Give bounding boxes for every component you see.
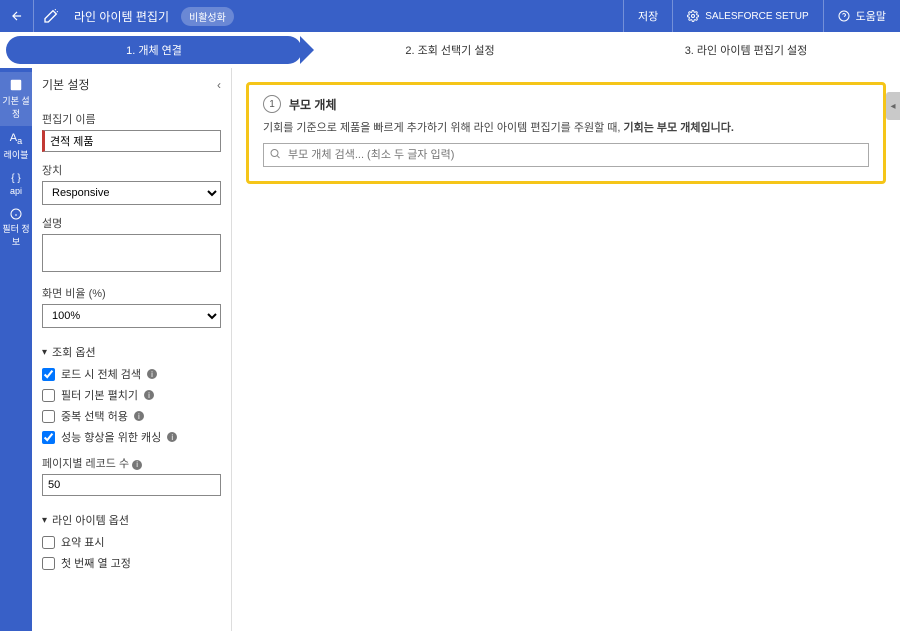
opt-first-col-checkbox[interactable] [42,557,55,570]
top-bar: 라인 아이템 편집기 비활성화 저장 SALESFORCE SETUP 도움말 [0,0,900,32]
records-input[interactable] [42,474,221,496]
sidebar-panel: 기본 설정 ‹ 편집기 이름 장치 Responsive 설명 화면 비율 (%… [32,68,232,631]
description-label: 설명 [42,215,221,231]
status-badge: 비활성화 [181,7,234,26]
opt-summary: 요약 표시 [42,534,221,550]
gear-icon [687,10,699,22]
device-select[interactable]: Responsive [42,181,221,205]
device-label: 장치 [42,162,221,178]
settings-icon [9,78,23,92]
arrow-left-icon [10,9,24,23]
info-icon[interactable]: i [134,411,144,421]
card-header: 1 부모 개체 [263,95,869,113]
wand-icon [34,8,68,24]
help-button[interactable]: 도움말 [823,0,900,32]
opt-load-search: 로드 시 전체 검색 i [42,366,221,382]
rail-api[interactable]: { } api [0,167,32,202]
back-button[interactable] [0,0,34,32]
collapse-sidebar-button[interactable]: ‹ [217,78,221,92]
ratio-select[interactable]: 100% [42,304,221,328]
parent-object-search-input[interactable] [263,143,869,167]
opt-caching-checkbox[interactable] [42,431,55,444]
editor-name-label: 편집기 이름 [42,111,221,127]
step-3[interactable]: 3. 라인 아이템 편집기 설정 [598,36,894,64]
help-icon [838,10,850,22]
opt-first-col: 첫 번째 열 고정 [42,555,221,571]
opt-summary-checkbox[interactable] [42,536,55,549]
lookup-options-header[interactable]: ▾ 조회 옵션 [42,344,221,360]
topbar-left: 라인 아이템 편집기 비활성화 [0,0,623,32]
step-1[interactable]: 1. 개체 연결 [6,36,302,64]
info-icon[interactable]: i [167,432,177,442]
opt-caching: 성능 향상을 위한 캐싱 i [42,429,221,445]
info-icon[interactable]: i [147,369,157,379]
code-icon: { } [0,173,32,184]
search-icon [269,148,281,163]
step-number-badge: 1 [263,95,281,113]
save-button[interactable]: 저장 [623,0,672,32]
left-rail: 기본 설정 Aa 레이블 { } api 필터 정보 [0,68,32,631]
opt-load-search-checkbox[interactable] [42,368,55,381]
setup-button[interactable]: SALESFORCE SETUP [672,0,822,32]
rail-basic-settings[interactable]: 기본 설정 [0,72,32,126]
sidebar-header: 기본 설정 ‹ [42,76,221,101]
records-label: 페이지별 레코드 수 i [42,455,221,471]
ratio-label: 화면 비율 (%) [42,285,221,301]
app-title: 라인 아이템 편집기 [68,8,175,25]
opt-multi-select: 중복 선택 허용 i [42,408,221,424]
description-textarea[interactable] [42,234,221,272]
chevron-down-icon: ▾ [42,515,47,526]
parent-object-search [263,143,869,167]
body: 기본 설정 Aa 레이블 { } api 필터 정보 기본 설정 ‹ 편집기 이… [0,68,900,631]
opt-filter-expand: 필터 기본 펼치기 i [42,387,221,403]
rail-filter-info[interactable]: 필터 정보 [0,202,32,254]
text-icon: Aa [0,132,32,146]
opt-multi-select-checkbox[interactable] [42,410,55,423]
info-icon[interactable]: i [132,460,142,470]
rail-labels[interactable]: Aa 레이블 [0,126,32,167]
step-2[interactable]: 2. 조회 선택기 설정 [302,36,598,64]
opt-filter-expand-checkbox[interactable] [42,389,55,402]
parent-object-card: 1 부모 개체 기회를 기준으로 제품을 빠르게 추가하기 위해 라인 아이템 … [246,82,886,184]
info-icon [10,208,22,220]
main-content: 1 부모 개체 기회를 기준으로 제품을 빠르게 추가하기 위해 라인 아이템 … [232,68,900,631]
card-description: 기회를 기준으로 제품을 빠르게 추가하기 위해 라인 아이템 편집기를 주원할… [263,119,869,135]
line-item-options-header[interactable]: ▾ 라인 아이템 옵션 [42,512,221,528]
editor-name-input[interactable] [42,130,221,152]
chevron-down-icon: ▾ [42,347,47,358]
sidebar-title: 기본 설정 [42,76,90,93]
wizard-stepper: 1. 개체 연결 2. 조회 선택기 설정 3. 라인 아이템 편집기 설정 [6,36,894,64]
card-title: 부모 개체 [289,96,337,113]
topbar-right: 저장 SALESFORCE SETUP 도움말 [623,0,900,32]
info-icon[interactable]: i [144,390,154,400]
right-drawer-tab[interactable]: ◂ [886,92,900,120]
